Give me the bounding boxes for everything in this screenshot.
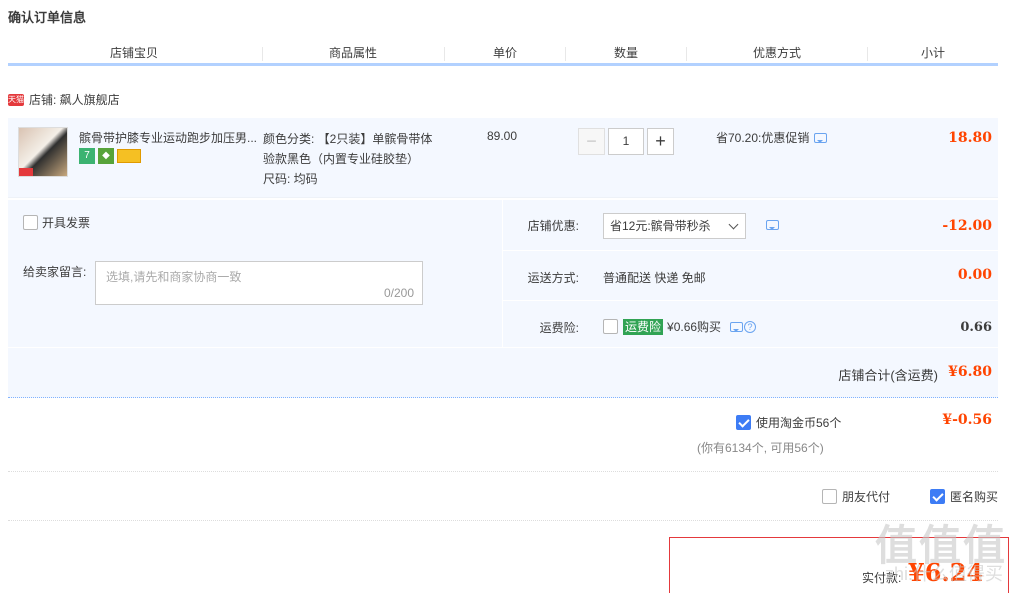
thumbnail-tag	[19, 168, 33, 176]
shop-discount-select[interactable]: 省12元:髌骨带秒杀	[603, 213, 746, 239]
anonymous-checkbox[interactable]	[930, 489, 945, 504]
qty-increase-button[interactable]: +	[647, 128, 674, 155]
chevron-down-icon	[728, 219, 739, 230]
site-watermark-text: zhi.什么值得买	[884, 564, 1003, 584]
insurance-tag: 运费险	[623, 318, 664, 335]
shipping-label: 运送方式:	[527, 271, 579, 285]
page-title: 确认订单信息	[8, 10, 87, 25]
col-header-attrs: 商品属性	[328, 46, 377, 60]
col-header-qty: 数量	[613, 46, 638, 60]
divider	[8, 520, 998, 521]
attr-color: 颜色分类: 【2只装】单髌骨带体	[263, 132, 433, 146]
insurance-amount: 0.66	[960, 320, 992, 335]
insurance-checkbox[interactable]	[603, 319, 618, 334]
help-icon[interactable]: ?	[744, 320, 757, 333]
friend-pay-checkbox[interactable]	[822, 489, 837, 504]
coin-option[interactable]: 使用淘金币56个	[736, 414, 841, 431]
gold-badge-icon[interactable]: ◆	[98, 148, 114, 164]
col-header-price: 单价	[492, 46, 517, 60]
seven-day-return-icon[interactable]: 7	[79, 148, 95, 164]
order-options-panel: 开具发票 给卖家留言: 选填,请先和商家协商一致 0/200	[8, 200, 502, 347]
friend-pay-option[interactable]: 朋友代付	[822, 488, 890, 505]
divider	[8, 471, 998, 472]
order-item-row: 髌骨带护膝专业运动跑步加压男... 7 ◆ 颜色分类: 【2只装】单髌骨带体 验…	[8, 118, 998, 198]
shop-total-label: 店铺合计(含运费)	[838, 368, 938, 383]
anonymous-option[interactable]: 匿名购买	[930, 488, 998, 505]
attr-color-cont: 验款黑色（内置专业硅胶垫）	[263, 152, 420, 166]
tmall-icon: 天猫	[8, 94, 24, 106]
chat-icon[interactable]	[814, 132, 828, 143]
shipping-value: 普通配送 快递 免邮	[603, 271, 706, 285]
item-subtotal: 18.80	[948, 130, 992, 146]
col-header-item: 店铺宝贝	[109, 46, 158, 60]
shop-row: 天猫 店铺: 飙人旗舰店	[8, 91, 120, 109]
coin-balance-info: (你有6134个, 可用56个)	[697, 441, 824, 455]
product-attributes: 颜色分类: 【2只装】单髌骨带体 验款黑色（内置专业硅胶垫） 尺码: 均码	[263, 129, 453, 189]
qty-decrease-button[interactable]: −	[578, 128, 605, 155]
shop-discount-label: 店铺优惠:	[527, 219, 579, 233]
quantity-stepper: − 1 +	[578, 128, 674, 155]
unit-price: 89.00	[487, 129, 518, 143]
chat-icon[interactable]	[766, 220, 779, 230]
friend-pay-label: 朋友代付	[842, 490, 891, 504]
coin-label: 使用淘金币56个	[756, 416, 842, 430]
invoice-checkbox[interactable]	[23, 215, 38, 230]
shipping-row: 运送方式: 普通配送 快递 免邮 0.00	[503, 252, 998, 301]
message-placeholder: 选填,请先和商家协商一致	[106, 270, 242, 284]
message-char-count: 0/200	[383, 286, 414, 300]
invoice-option[interactable]: 开具发票	[23, 214, 90, 231]
shop-total-row: 店铺合计(含运费) ¥6.80	[8, 348, 998, 398]
col-header-promo: 优惠方式	[752, 46, 801, 60]
coin-amount: ¥-0.56	[942, 412, 992, 428]
insurance-option: 运费险 ¥0.66购买 ?	[603, 318, 757, 335]
shop-discount-row: 店铺优惠: 省12元:髌骨带秒杀 -12.00	[503, 200, 998, 251]
shop-discount-amount: -12.00	[942, 218, 992, 234]
shop-discount-selected: 省12元:髌骨带秒杀	[610, 219, 711, 233]
service-icons: 7 ◆	[79, 148, 141, 164]
qty-input[interactable]: 1	[608, 128, 644, 155]
seller-message-input[interactable]: 选填,请先和商家协商一致 0/200	[95, 261, 423, 305]
message-label: 给卖家留言:	[23, 265, 87, 279]
shop-discount-panel: 店铺优惠: 省12元:髌骨带秒杀 -12.00 运送方式: 普通配送 快递 免邮…	[503, 200, 998, 347]
attr-size: 尺码: 均码	[263, 172, 318, 186]
promo-method: 省70.20:优惠促销	[716, 129, 828, 146]
credit-card-icon[interactable]	[117, 149, 141, 163]
col-header-subtotal: 小计	[920, 46, 945, 60]
invoice-label: 开具发票	[42, 216, 91, 230]
shop-total-value: ¥6.80	[948, 364, 992, 380]
column-headers: 店铺宝贝 商品属性 单价 数量 优惠方式 小计	[8, 44, 998, 66]
anonymous-label: 匿名购买	[950, 490, 999, 504]
coin-checkbox[interactable]	[736, 415, 751, 430]
product-thumbnail[interactable]	[18, 127, 68, 177]
insurance-price: ¥0.66购买	[667, 320, 722, 334]
insurance-label: 运费险:	[539, 321, 579, 335]
chat-icon[interactable]	[730, 321, 744, 332]
shipping-amount: 0.00	[957, 267, 992, 283]
shop-name[interactable]: 店铺: 飙人旗舰店	[29, 91, 120, 109]
promo-text: 省70.20:优惠促销	[716, 131, 810, 145]
product-title[interactable]: 髌骨带护膝专业运动跑步加压男...	[79, 129, 259, 146]
